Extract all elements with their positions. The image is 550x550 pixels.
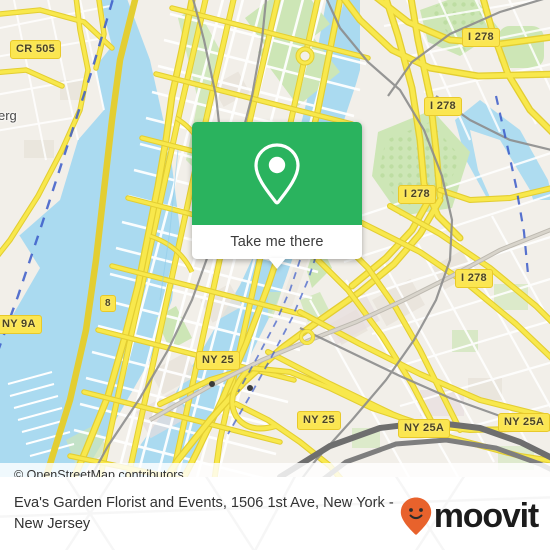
map-attribution-bar: © OpenStreetMap contributors <box>0 463 550 477</box>
take-me-there-label: Take me there <box>230 234 324 250</box>
road-shield: 8 <box>100 295 116 312</box>
place-title: Eva's Garden Florist and Events, 1506 1s… <box>14 494 394 532</box>
road-shield: NY 25 <box>196 351 240 370</box>
map-screenshot: CR 505 I 278 I 278 I 278 I 278 8 NY 9A NY 25 NY … <box>0 0 550 550</box>
openstreetmap-attribution[interactable]: © OpenStreetMap contributors <box>14 468 184 477</box>
moovit-wordmark: moovit <box>433 497 539 535</box>
footer-bar: Eva's Garden Florist and Events, 1506 1s… <box>0 477 550 550</box>
place-label: erg <box>0 108 17 123</box>
moovit-logo[interactable]: moovit <box>399 496 539 536</box>
take-me-there-button[interactable]: Take me there <box>192 225 362 259</box>
moovit-smiley-pin-icon <box>400 497 431 535</box>
road-shield: I 278 <box>455 269 493 288</box>
road-shield: I 278 <box>398 185 436 204</box>
location-marker-card[interactable]: Take me there <box>192 122 362 269</box>
map-canvas[interactable]: CR 505 I 278 I 278 I 278 I 278 8 NY 9A NY 25 NY … <box>0 0 550 477</box>
road-shield: NY 25 <box>297 411 341 430</box>
road-shield: NY 25A <box>498 413 550 432</box>
marker-card-header <box>192 122 362 225</box>
road-shield: CR 505 <box>10 40 62 59</box>
road-shield: NY 9A <box>0 315 42 334</box>
road-shield: I 278 <box>462 28 500 47</box>
road-shield: I 278 <box>424 97 462 116</box>
road-shield: NY 25A <box>398 419 451 438</box>
marker-card-tail <box>268 258 286 269</box>
map-pin-icon <box>254 142 300 204</box>
